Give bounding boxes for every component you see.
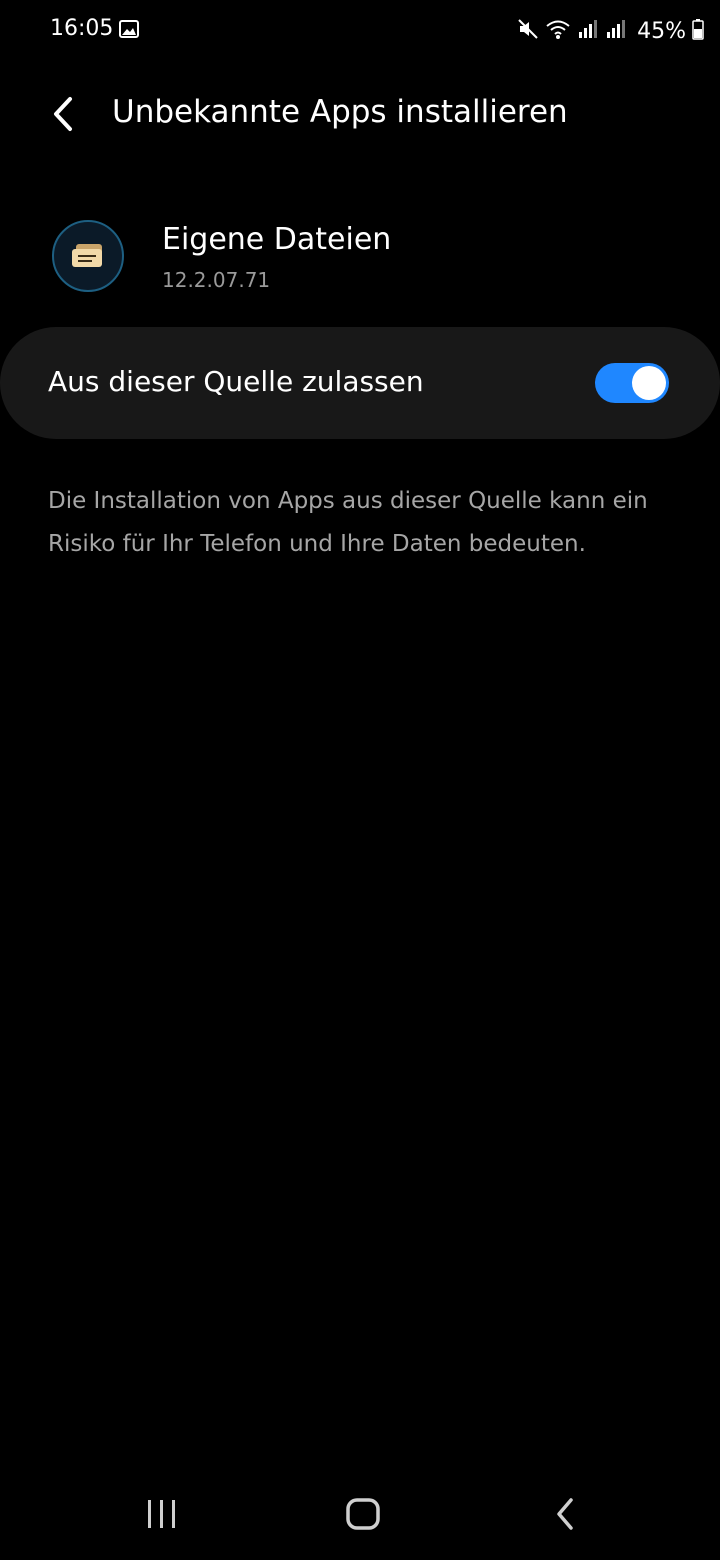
recents-button[interactable] (132, 1488, 192, 1540)
home-button[interactable] (333, 1488, 393, 1540)
signal-icon (577, 18, 599, 44)
signal-icon (605, 18, 627, 44)
mute-icon (517, 18, 539, 44)
app-info: Eigene Dateien 12.2.07.71 (0, 208, 720, 308)
page-title: Unbekannte Apps installieren (112, 94, 568, 130)
back-icon (557, 1498, 573, 1530)
app-name: Eigene Dateien (162, 222, 392, 257)
chevron-left-icon (54, 97, 72, 131)
allow-source-toggle[interactable] (595, 363, 669, 403)
gallery-icon (119, 20, 139, 42)
navigation-bar (0, 1470, 720, 1560)
toggle-knob (632, 366, 666, 400)
allow-source-row[interactable]: Aus dieser Quelle zulassen (0, 327, 720, 439)
battery-percentage: 45% (637, 18, 686, 44)
status-bar: 16:05 45% (0, 0, 720, 62)
battery-icon (692, 18, 704, 44)
back-button[interactable] (40, 90, 88, 138)
my-files-icon (52, 220, 124, 292)
status-icons: 45% (517, 16, 704, 46)
allow-source-label: Aus dieser Quelle zulassen (48, 365, 424, 398)
recents-icon (148, 1500, 175, 1528)
warning-text: Die Installation von Apps aus dieser Que… (48, 488, 648, 557)
header: Unbekannte Apps installieren (0, 72, 720, 162)
home-icon (346, 1498, 380, 1530)
app-version: 12.2.07.71 (162, 268, 271, 292)
status-time: 16:05 (50, 16, 114, 41)
back-nav-button[interactable] (535, 1488, 595, 1540)
wifi-icon (545, 18, 571, 44)
